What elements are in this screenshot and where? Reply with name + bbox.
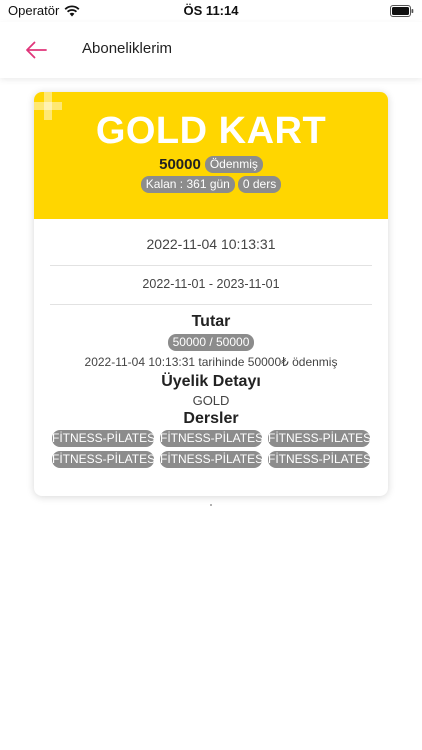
battery-icon [390, 5, 414, 17]
page-title: Aboneliklerim [82, 40, 173, 57]
course-chip: FİTNESS-PİLATES [52, 451, 154, 468]
payment-status-badge: Ödenmiş [204, 156, 263, 173]
courses-title: Dersler [183, 410, 239, 427]
app-bar: Aboneliklerim [0, 22, 422, 78]
course-chip: FİTNESS-PİLATES [268, 451, 370, 468]
membership-detail-title: Üyelik Detayı [161, 373, 261, 390]
course-chip: FİTNESS-PİLATES [268, 430, 370, 447]
courses-grid: FİTNESS-PİLATES FİTNESS-PİLATES FİTNESS-… [34, 430, 388, 468]
course-chip: FİTNESS-PİLATES [160, 451, 262, 468]
course-chip: FİTNESS-PİLATES [160, 430, 262, 447]
course-chip: FİTNESS-PİLATES [52, 430, 154, 447]
amount: 50000 [159, 156, 201, 173]
amount-row: 50000 Ödenmiş [34, 156, 388, 173]
arrow-left-icon [26, 41, 47, 59]
payment-note: 2022-11-04 10:13:31 tarihinde 50000₺ öde… [84, 355, 338, 369]
paid-amount-badge: 50000 / 50000 [167, 334, 255, 351]
card-title: GOLD KART [95, 110, 327, 152]
lessons-badge: 0 ders [237, 176, 282, 193]
purchase-datetime: 2022-11-04 10:13:31 [146, 236, 276, 252]
status-bar: Operatör ÖS 11:14 [0, 0, 422, 22]
membership-detail-value: GOLD [192, 393, 230, 408]
plus-icon [34, 92, 62, 120]
tutar-title: Tutar [191, 313, 231, 330]
page-indicator-dot [210, 504, 212, 506]
validity-range: 2022-11-01 - 2023-11-01 [142, 277, 280, 291]
divider [50, 304, 372, 305]
info-chips: Kalan : 361 gün 0 ders [34, 176, 388, 193]
details-section: Tutar 50000 / 50000 2022-11-04 10:13:31 … [34, 312, 388, 468]
subscription-card[interactable]: GOLD KART 50000 Ödenmiş Kalan : 361 gün … [34, 92, 388, 496]
card-header: GOLD KART 50000 Ödenmiş Kalan : 361 gün … [34, 92, 388, 219]
paid-amount-row: 50000 / 50000 [34, 333, 388, 351]
back-button[interactable] [22, 36, 50, 64]
remaining-days-badge: Kalan : 361 gün [140, 176, 235, 193]
status-time: ÖS 11:14 [183, 3, 239, 18]
